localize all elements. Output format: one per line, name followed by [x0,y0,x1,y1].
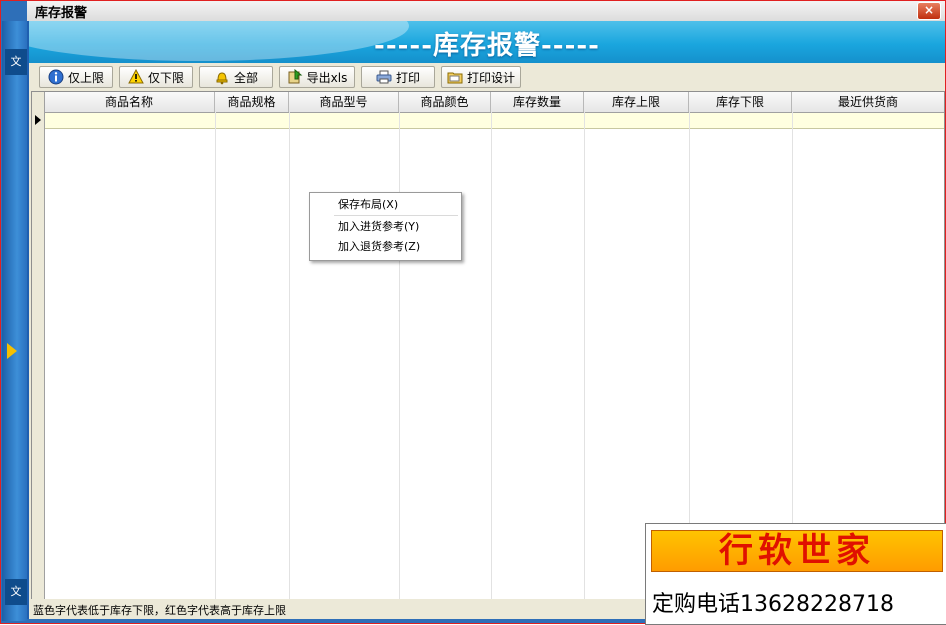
upper-limit-only-button[interactable]: 仅上限 [39,66,113,88]
sidebar-expand-arrow-icon[interactable] [7,343,17,359]
column-divider [584,112,585,600]
window-title: 库存报警 [35,6,88,21]
export-xls-label: 导出xls [306,70,348,85]
banner-title: -----库存报警----- [374,31,600,61]
print-design-label: 打印设计 [466,70,515,85]
lower-limit-only-button[interactable]: 仅下限 [119,66,193,88]
column-header-color[interactable]: 商品颜色 [399,92,491,112]
export-xls-button[interactable]: 导出xls [279,66,355,88]
column-header-supplier[interactable]: 最近供货商 [792,92,944,112]
menu-item-add-purchase-ref[interactable]: 加入进货参考(Y) [310,217,461,237]
print-button[interactable]: 打印 [361,66,435,88]
header-banner: -----库存报警----- [29,21,945,63]
column-header-upper-limit[interactable]: 库存上限 [584,92,689,112]
column-header-spec[interactable]: 商品规格 [215,92,289,112]
column-header-model[interactable]: 商品型号 [289,92,399,112]
menu-item-save-layout[interactable]: 保存布局(X) [310,195,461,215]
info-icon [48,69,64,85]
screen-frame: 文 文 库存报警 × -----库存报警----- 仅上限 仅下限 全部 导出x… [0,0,946,625]
bell-icon [214,69,230,85]
column-divider [399,112,400,600]
printer-icon [376,69,392,85]
print-label: 打印 [395,70,420,85]
column-divider [491,112,492,600]
current-row-arrow-icon [35,115,41,125]
menu-item-add-return-ref[interactable]: 加入退货参考(Z) [310,237,461,257]
row-indicator-column [32,92,45,600]
upper-limit-only-label: 仅上限 [67,70,104,85]
show-all-label: 全部 [233,70,258,85]
print-design-icon [447,69,463,85]
warning-icon [128,69,144,85]
column-header-product-name[interactable]: 商品名称 [44,92,215,112]
menu-separator [334,215,458,216]
promo-brand: 行软世家 [651,530,943,572]
lower-limit-only-label: 仅下限 [147,70,184,85]
promo-overlay: 行软世家 定购电话13628228718 [645,523,946,625]
context-menu: 保存布局(X) 加入进货参考(Y) 加入退货参考(Z) [309,192,462,261]
show-all-button[interactable]: 全部 [199,66,273,88]
print-design-button[interactable]: 打印设计 [441,66,521,88]
column-header-lower-limit[interactable]: 库存下限 [689,92,792,112]
table-row[interactable] [45,113,944,129]
left-sidebar-strip [2,21,27,621]
column-divider [215,112,216,600]
close-button[interactable]: × [917,2,941,20]
sidebar-tab-top[interactable]: 文 [5,49,27,75]
column-divider [289,112,290,600]
status-legend-text: 蓝色字代表低于库存下限，红色字代表高于库存上限 [33,604,286,617]
export-icon [287,69,303,85]
column-header-quantity[interactable]: 库存数量 [491,92,584,112]
toolbar: 仅上限 仅下限 全部 导出xls 打印 打印设计 [29,63,945,91]
promo-phone: 定购电话13628228718 [652,592,894,617]
window-titlebar[interactable]: 库存报警 × [27,1,945,21]
sidebar-tab-bottom[interactable]: 文 [5,579,27,605]
grid-header: 商品名称 商品规格 商品型号 商品颜色 库存数量 库存上限 库存下限 最近供货商 [32,92,944,113]
